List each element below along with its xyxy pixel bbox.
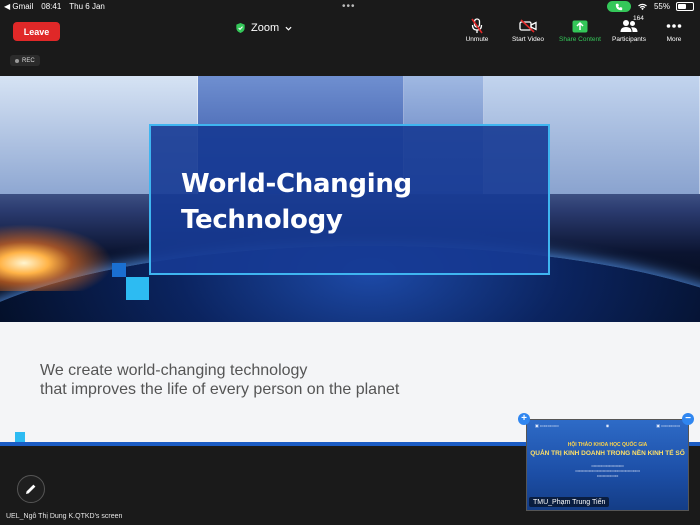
video-off-icon — [519, 18, 537, 34]
participant-name-tag: TMU_Phạm Trung Tiến — [529, 497, 610, 507]
unmute-button[interactable]: Unmute — [449, 18, 505, 43]
active-call-indicator[interactable] — [606, 1, 631, 12]
university-logo-left: ▣ ▭▭▭▭▭ — [535, 423, 559, 428]
thumbnail-slide-title: QUẢN TRỊ KINH DOANH TRONG NỀN KINH TẾ SỐ — [530, 450, 685, 457]
university-logo-center: ◉ — [605, 423, 610, 428]
decorative-square — [126, 277, 149, 300]
phone-icon — [615, 3, 623, 10]
clock: 08:41 — [41, 2, 62, 11]
slide-title-line-2: Technology — [181, 205, 343, 235]
share-content-label: Share Content — [559, 36, 601, 43]
tagline-line-1: We create world-changing technology — [40, 362, 308, 379]
slide-tagline: We create world-changing technology that… — [40, 361, 399, 399]
slide-title-line-1: World-Changing — [181, 169, 412, 199]
chevron-down-icon — [285, 26, 292, 31]
thumbnail-logos: ▣ ▭▭▭▭▭ ◉ ▣ ▭▭▭▭▭ — [527, 420, 688, 434]
slide-title-box: World-Changing Technology — [149, 124, 550, 275]
date: Thu 6 Jan — [69, 2, 105, 11]
university-logo-right: ▣ ▭▭▭▭▭ — [656, 423, 680, 428]
thumbnail-slide-heading: HỘI THẢO KHOA HỌC QUỐC GIA — [567, 442, 648, 448]
share-arrow-icon — [572, 18, 588, 34]
meeting-title[interactable]: Zoom — [236, 22, 292, 34]
status-bar: ◀ Gmail 08:41 Thu 6 Jan ••• 55% — [0, 0, 700, 14]
more-dots-icon — [666, 18, 682, 34]
annotate-button[interactable] — [17, 475, 45, 503]
muted-microphone-icon — [470, 18, 484, 34]
expand-thumbnail-button[interactable]: + — [518, 413, 530, 425]
recording-label: REC — [22, 57, 35, 64]
decorative-square — [112, 263, 126, 277]
multitasking-dots-icon[interactable]: ••• — [342, 1, 356, 12]
unmute-label: Unmute — [465, 36, 489, 43]
participants-count: 164 — [633, 15, 644, 22]
thumbnail-slide-details: ▭▭▭▭▭▭▭▭▭ ▭▭▭▭▭▭▭▭▭▭▭▭▭▭▭▭▭▭ ▭▭▭▭▭▭ — [575, 464, 640, 478]
participant-video-thumbnail[interactable]: ▣ ▭▭▭▭▭ ◉ ▣ ▭▭▭▭▭ HỘI THẢO KHOA HỌC QUỐC… — [526, 419, 689, 511]
more-label: More — [666, 36, 682, 43]
recording-indicator[interactable]: REC — [10, 55, 40, 66]
decorative-square — [15, 432, 25, 442]
slide-banner-image: World-Changing Technology — [0, 76, 700, 322]
participants-label: Participants — [612, 36, 646, 43]
battery-percent: 55% — [653, 2, 670, 11]
more-button[interactable]: More — [646, 18, 700, 43]
participants-icon: 164 — [620, 15, 644, 34]
tagline-line-2: that improves the life of every person o… — [40, 381, 400, 398]
shared-screen-slide: World-Changing Technology We create worl… — [0, 76, 700, 446]
wifi-icon — [638, 3, 647, 10]
share-content-button[interactable]: Share Content — [552, 18, 608, 43]
app-title: Zoom — [251, 22, 280, 34]
sunrise-glow — [0, 221, 120, 291]
start-video-label: Start Video — [511, 36, 545, 43]
status-left: ◀ Gmail 08:41 Thu 6 Jan — [4, 2, 105, 11]
status-right: 55% — [606, 1, 694, 12]
leave-button[interactable]: Leave — [13, 22, 60, 41]
back-to-app-link[interactable]: ◀ Gmail — [4, 2, 33, 11]
start-video-button[interactable]: Start Video — [500, 18, 556, 43]
zoom-meeting-window: ◀ Gmail 08:41 Thu 6 Jan ••• 55% Leave Zo… — [0, 0, 700, 525]
slide-title: World-Changing Technology — [181, 166, 412, 238]
battery-icon — [676, 2, 694, 11]
record-dot-icon — [15, 58, 19, 63]
minimize-thumbnail-button[interactable]: − — [682, 413, 694, 425]
screen-owner-label: UEL_Ngô Thị Dung K.QTKD's screen — [6, 513, 123, 520]
pencil-icon — [26, 484, 36, 494]
shield-check-icon — [236, 23, 245, 33]
meeting-toolbar: Leave Zoom Unmute Start Video Share Cont… — [0, 14, 700, 50]
